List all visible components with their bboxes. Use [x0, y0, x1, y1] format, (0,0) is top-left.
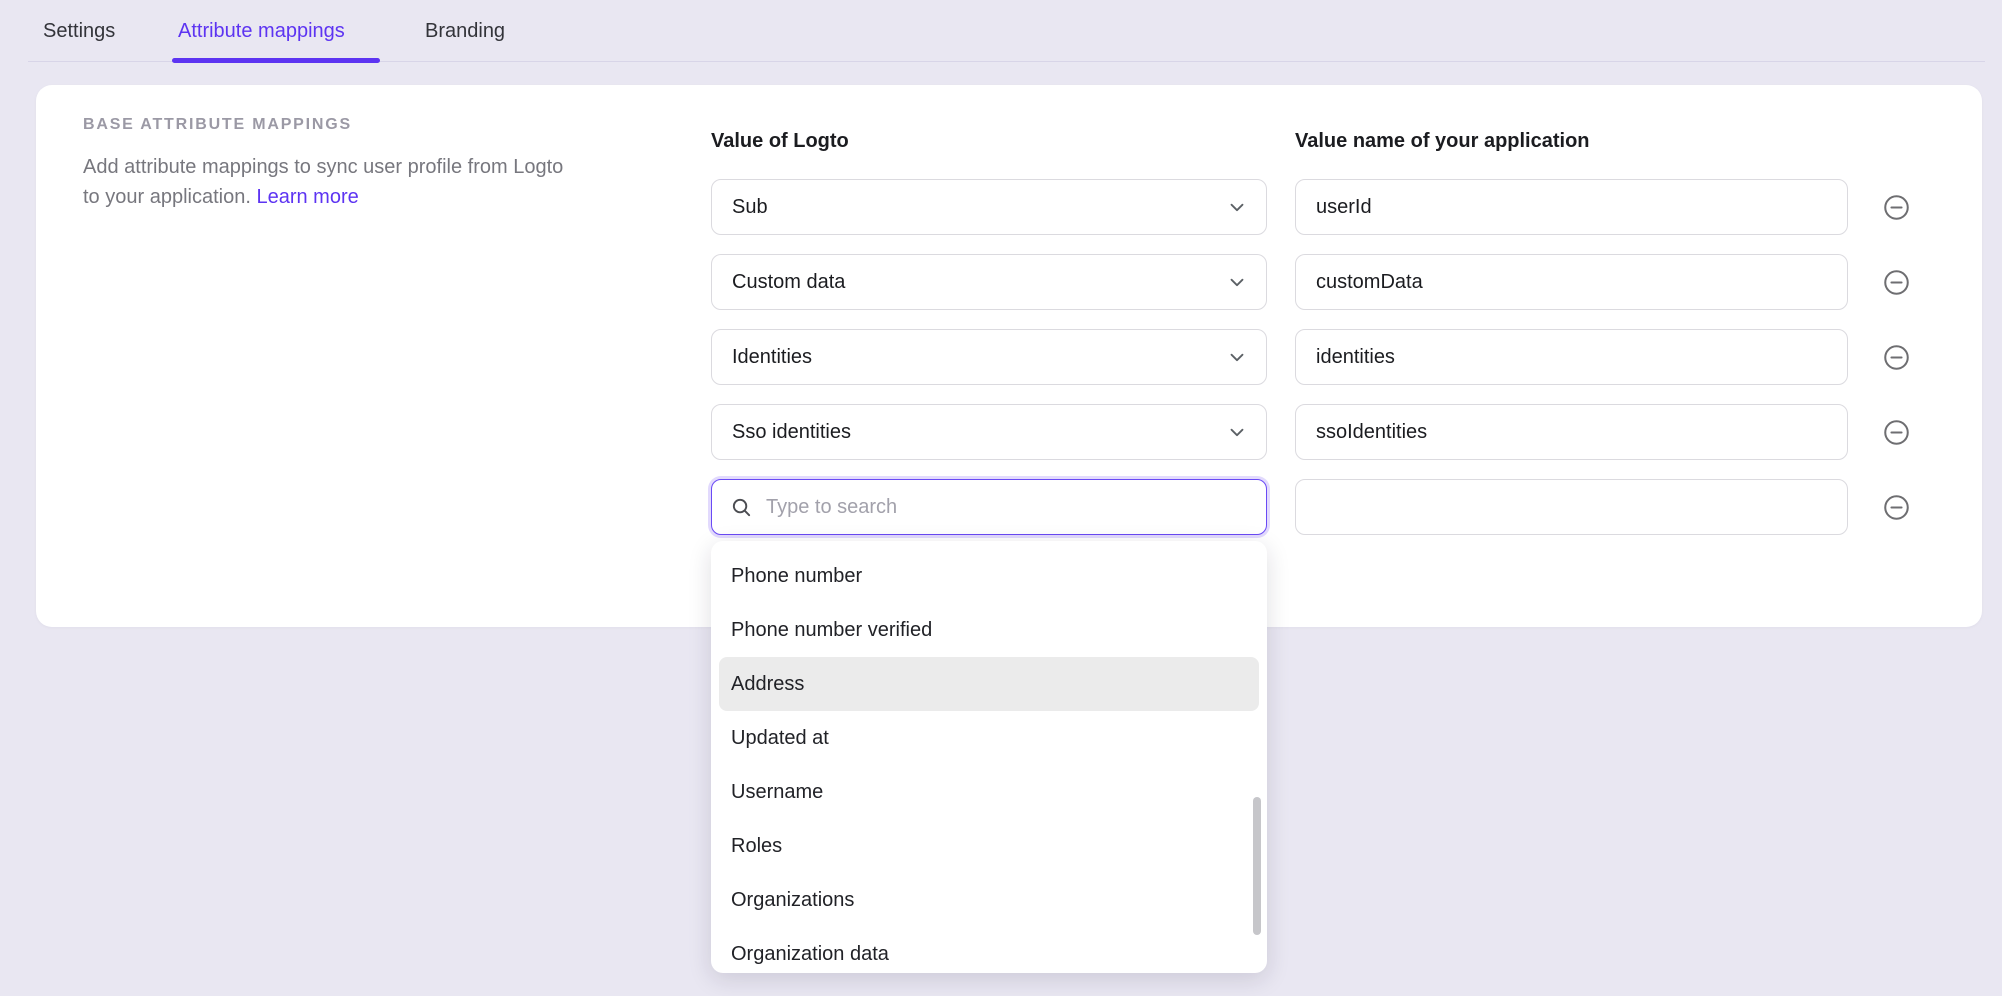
active-tab-underline [172, 58, 380, 63]
minus-circle-icon [1883, 194, 1910, 221]
logto-value-select[interactable]: Custom data [711, 254, 1267, 310]
dropdown-option-updated-at[interactable]: Updated at [719, 711, 1259, 765]
column-header-value-name: Value name of your application [1295, 130, 1590, 153]
selected-value-label: Custom data [732, 271, 845, 294]
dropdown-option-organizations[interactable]: Organizations [719, 873, 1259, 927]
dropdown-option-phone-number-verified[interactable]: Phone number verified [719, 603, 1259, 657]
dropdown-option-phone-number[interactable]: Phone number [719, 549, 1259, 603]
tab-attribute-mappings[interactable]: Attribute mappings [178, 0, 345, 62]
remove-row-button[interactable] [1883, 344, 1910, 371]
tab-branding[interactable]: Branding [425, 0, 505, 62]
minus-circle-icon [1883, 419, 1910, 446]
dropdown-option-address[interactable]: Address [719, 657, 1259, 711]
app-value-input[interactable] [1295, 179, 1848, 235]
section-description: Add attribute mappings to sync user prof… [83, 152, 573, 212]
dropdown-scrollbar-thumb[interactable] [1253, 797, 1261, 935]
attribute-options-dropdown: Phone number Phone number verified Addre… [711, 541, 1267, 973]
tab-bar: Settings Attribute mappings Branding [0, 0, 2002, 62]
tab-settings[interactable]: Settings [43, 0, 115, 62]
logto-value-search-combobox[interactable] [711, 479, 1267, 535]
dropdown-option-roles[interactable]: Roles [719, 819, 1259, 873]
minus-circle-icon [1883, 269, 1910, 296]
chevron-down-icon [1226, 346, 1248, 368]
selected-value-label: Sub [732, 196, 768, 219]
chevron-down-icon [1226, 271, 1248, 293]
dropdown-option-organization-data[interactable]: Organization data [719, 927, 1259, 973]
app-value-input[interactable] [1295, 254, 1848, 310]
logto-value-select[interactable]: Identities [711, 329, 1267, 385]
section-title: BASE ATTRIBUTE MAPPINGS [83, 116, 352, 134]
remove-row-button[interactable] [1883, 419, 1910, 446]
learn-more-link[interactable]: Learn more [256, 186, 358, 208]
remove-row-button[interactable] [1883, 494, 1910, 521]
chevron-down-icon [1226, 196, 1248, 218]
app-value-input-empty[interactable] [1295, 479, 1848, 535]
remove-row-button[interactable] [1883, 269, 1910, 296]
search-icon [730, 496, 753, 519]
minus-circle-icon [1883, 344, 1910, 371]
selected-value-label: Sso identities [732, 421, 851, 444]
logto-value-select[interactable]: Sub [711, 179, 1267, 235]
selected-value-label: Identities [732, 346, 812, 369]
dropdown-option-username[interactable]: Username [719, 765, 1259, 819]
app-value-input[interactable] [1295, 404, 1848, 460]
chevron-down-icon [1226, 421, 1248, 443]
column-header-value-of-logto: Value of Logto [711, 130, 849, 153]
minus-circle-icon [1883, 494, 1910, 521]
remove-row-button[interactable] [1883, 194, 1910, 221]
app-value-input[interactable] [1295, 329, 1848, 385]
logto-value-select[interactable]: Sso identities [711, 404, 1267, 460]
search-input[interactable] [766, 496, 1250, 519]
